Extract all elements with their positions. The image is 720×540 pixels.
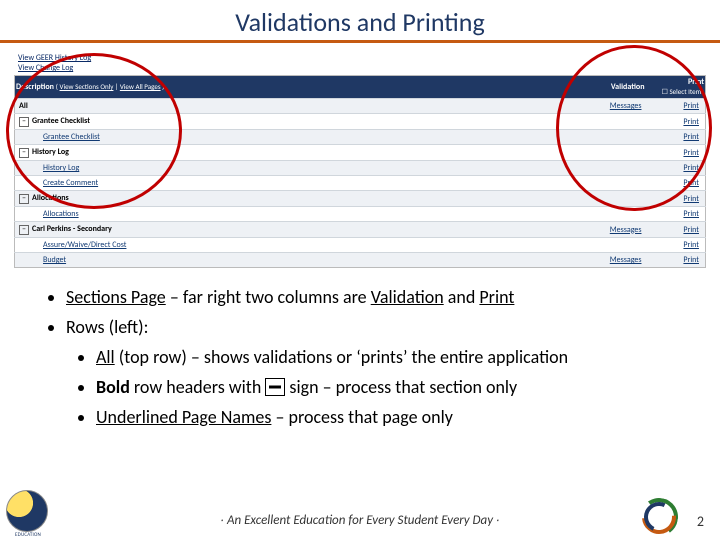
page-row: Create Comment Print xyxy=(15,176,706,191)
page-row: Budget MessagesPrint xyxy=(15,253,706,268)
validation-cell xyxy=(588,145,646,161)
validation-cell xyxy=(588,114,646,130)
row-label: Create Comment xyxy=(19,178,98,188)
row-label: All xyxy=(19,101,28,111)
row-label: Grantee Checklist xyxy=(32,116,90,126)
row-label: History Log xyxy=(32,147,69,157)
validation-cell xyxy=(588,207,646,222)
select-items-label: Select Items xyxy=(669,87,704,96)
row-label: Allocations xyxy=(19,209,79,219)
bullet-bold-headers: Bold row headers with sign – process tha… xyxy=(96,376,680,398)
row-label: Grantee Checklist xyxy=(19,132,100,142)
bullet-body: Sections Page – far right two columns ar… xyxy=(40,286,680,428)
bullet-rows-left: Rows (left): All (top row) – shows valid… xyxy=(66,316,680,428)
page-row: Allocations Print xyxy=(15,207,706,222)
collapse-icon: – xyxy=(19,148,29,158)
print-cell: Print xyxy=(646,130,706,145)
validation-cell xyxy=(588,238,646,253)
row-label: Allocations xyxy=(32,193,69,203)
view-all-pages-link: View All Pages xyxy=(120,82,161,91)
page-row: Grantee Checklist Print xyxy=(15,130,706,145)
print-cell: Print xyxy=(646,176,706,191)
print-cell: Print xyxy=(646,238,706,253)
print-cell: Print xyxy=(646,222,706,238)
view-change-log-link: View Change Log xyxy=(18,63,73,73)
collapse-icon: – xyxy=(19,194,29,204)
section-row: –Carl Perkins - Secondary MessagesPrint xyxy=(15,222,706,238)
validation-cell: Messages xyxy=(588,222,646,238)
bullet-underlined-pages: Underlined Page Names – process that pag… xyxy=(96,406,680,428)
page-row: History Log Print xyxy=(15,161,706,176)
collapse-icon xyxy=(265,378,285,396)
page-number: 2 xyxy=(697,513,704,530)
collapse-icon: – xyxy=(19,117,29,127)
slide-title: Validations and Printing xyxy=(0,0,720,38)
view-history-log-link: View GEER History Log xyxy=(18,53,91,63)
validation-cell xyxy=(588,130,646,145)
section-row: –Allocations Print xyxy=(15,191,706,207)
row-label: Budget xyxy=(19,255,66,265)
validation-cell xyxy=(588,176,646,191)
print-cell: Print xyxy=(646,191,706,207)
print-cell: Print xyxy=(646,161,706,176)
col-description: Description xyxy=(16,82,54,92)
collapse-icon: – xyxy=(19,225,29,235)
print-cell: Print xyxy=(646,253,706,268)
section-row: All MessagesPrint xyxy=(15,99,706,114)
row-label: Assure/Waive/Direct Cost xyxy=(19,240,126,250)
row-label: Carl Perkins - Secondary xyxy=(32,224,112,234)
bullet-sections-page: Sections Page – far right two columns ar… xyxy=(66,286,680,308)
screenshot-header-row: Description ( View Sections Only | View … xyxy=(15,76,706,99)
section-row: –Grantee Checklist Print xyxy=(15,114,706,130)
bullet-all-row: All (top row) – shows validations or ‘pr… xyxy=(96,346,680,368)
validation-cell xyxy=(588,161,646,176)
print-cell: Print xyxy=(646,145,706,161)
print-cell: Print xyxy=(646,207,706,222)
sections-screenshot: View GEER History Log View Change Log De… xyxy=(14,51,706,268)
title-rule xyxy=(0,40,720,43)
print-cell: Print xyxy=(646,99,706,114)
validation-cell xyxy=(588,191,646,207)
section-row: –History Log Print xyxy=(15,145,706,161)
validation-cell: Messages xyxy=(588,253,646,268)
col-print: Print xyxy=(688,77,704,87)
footer-tagline: ∙ An Excellent Education for Every Stude… xyxy=(0,512,720,528)
col-validation: Validation xyxy=(588,76,646,99)
print-cell: Print xyxy=(646,114,706,130)
view-sections-only-link: View Sections Only xyxy=(60,82,114,91)
row-label: History Log xyxy=(19,163,79,173)
validation-cell: Messages xyxy=(588,99,646,114)
page-row: Assure/Waive/Direct Cost Print xyxy=(15,238,706,253)
